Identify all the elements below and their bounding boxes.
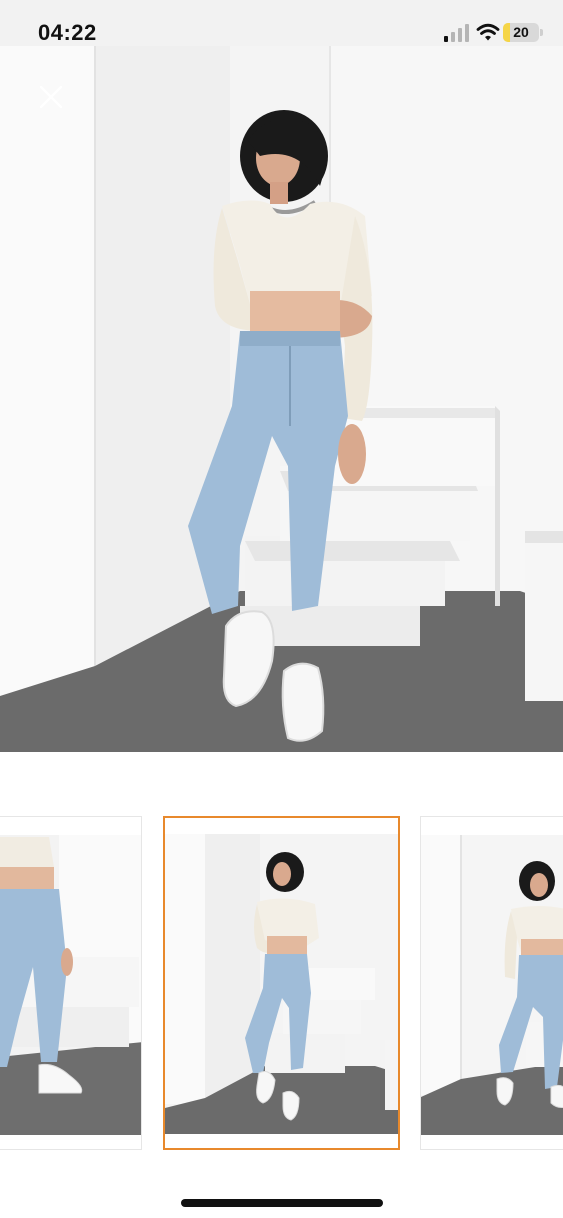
- thumbnail-item-3[interactable]: [420, 816, 563, 1150]
- battery-level: 20: [513, 24, 529, 40]
- wifi-icon: [476, 23, 500, 41]
- thumbnail-item-2[interactable]: [163, 816, 400, 1150]
- cellular-signal-icon: [444, 24, 469, 42]
- thumbnail-image-1: [0, 817, 141, 1149]
- thumbnail-image-3: [421, 817, 563, 1149]
- product-image-viewer: 04:22 20: [0, 0, 563, 1218]
- battery-tip: [540, 29, 543, 36]
- thumbnail-item-1[interactable]: [0, 816, 142, 1150]
- status-bar: 04:22 20: [0, 0, 563, 46]
- status-time: 04:22: [38, 20, 97, 45]
- main-product-image[interactable]: [0, 46, 563, 752]
- thumbnail-image-2: [165, 818, 398, 1148]
- home-indicator[interactable]: [181, 1199, 383, 1207]
- main-photo-illustration: [0, 46, 563, 752]
- close-icon: [39, 85, 63, 109]
- thumbnail-strip[interactable]: [0, 816, 563, 1152]
- battery-icon: 20: [503, 23, 539, 42]
- close-button[interactable]: [36, 82, 66, 112]
